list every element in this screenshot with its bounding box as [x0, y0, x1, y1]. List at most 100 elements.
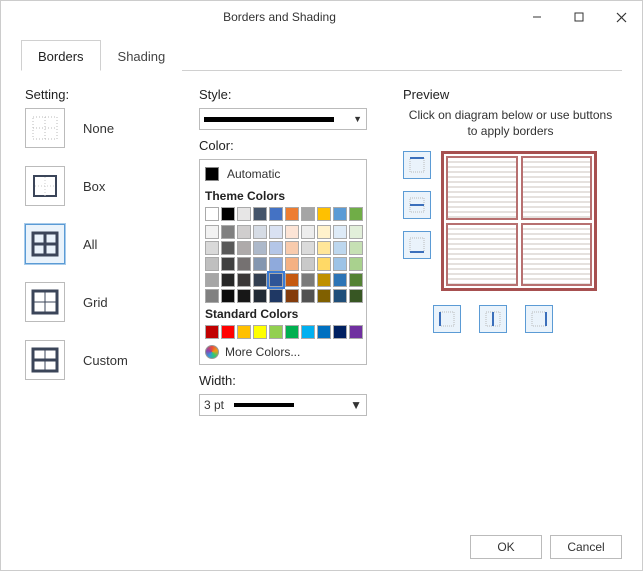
- color-swatch[interactable]: [301, 241, 315, 255]
- color-swatch[interactable]: [253, 225, 267, 239]
- color-swatch[interactable]: [237, 241, 251, 255]
- setting-option-all[interactable]: All: [25, 224, 175, 264]
- color-swatch[interactable]: [205, 257, 219, 271]
- tab-borders[interactable]: Borders: [21, 40, 101, 71]
- color-swatch[interactable]: [221, 325, 235, 339]
- color-swatch[interactable]: [221, 289, 235, 303]
- border-left-button[interactable]: [433, 305, 461, 333]
- color-swatch[interactable]: [269, 225, 283, 239]
- color-swatch[interactable]: [253, 241, 267, 255]
- color-swatch[interactable]: [269, 289, 283, 303]
- style-dropdown[interactable]: ▼: [199, 108, 367, 130]
- cancel-button[interactable]: Cancel: [550, 535, 622, 559]
- color-swatch[interactable]: [317, 225, 331, 239]
- color-swatch[interactable]: [205, 325, 219, 339]
- more-colors-row[interactable]: More Colors...: [205, 345, 361, 359]
- color-swatch[interactable]: [205, 289, 219, 303]
- color-swatch[interactable]: [301, 207, 315, 221]
- border-top-button[interactable]: [403, 151, 431, 179]
- color-swatch[interactable]: [269, 325, 283, 339]
- ok-button[interactable]: OK: [470, 535, 542, 559]
- color-swatch[interactable]: [285, 225, 299, 239]
- width-heading: Width:: [199, 373, 379, 388]
- color-swatch[interactable]: [333, 207, 347, 221]
- color-swatch[interactable]: [269, 207, 283, 221]
- setting-option-grid[interactable]: Grid: [25, 282, 175, 322]
- close-button[interactable]: [600, 1, 642, 33]
- color-swatch[interactable]: [285, 257, 299, 271]
- border-bottom-button[interactable]: [403, 231, 431, 259]
- setting-option-box[interactable]: Box: [25, 166, 175, 206]
- minimize-button[interactable]: [516, 1, 558, 33]
- color-swatch[interactable]: [237, 325, 251, 339]
- color-swatch[interactable]: [285, 207, 299, 221]
- setting-option-custom[interactable]: Custom: [25, 340, 175, 380]
- color-swatch[interactable]: [333, 241, 347, 255]
- color-swatch[interactable]: [317, 257, 331, 271]
- maximize-button[interactable]: [558, 1, 600, 33]
- color-swatch[interactable]: [301, 325, 315, 339]
- color-swatch[interactable]: [349, 325, 363, 339]
- color-swatch[interactable]: [253, 207, 267, 221]
- color-swatch[interactable]: [317, 325, 331, 339]
- color-swatch[interactable]: [333, 273, 347, 287]
- color-swatch[interactable]: [269, 257, 283, 271]
- border-top-icon: [408, 156, 426, 174]
- color-swatch[interactable]: [237, 225, 251, 239]
- border-left-icon: [438, 310, 456, 328]
- color-swatch[interactable]: [301, 257, 315, 271]
- border-middle-v-button[interactable]: [479, 305, 507, 333]
- setting-option-none[interactable]: None: [25, 108, 175, 148]
- automatic-color-row[interactable]: Automatic: [205, 165, 361, 185]
- color-swatch[interactable]: [221, 257, 235, 271]
- color-swatch[interactable]: [237, 207, 251, 221]
- color-swatch[interactable]: [333, 325, 347, 339]
- color-swatch[interactable]: [285, 241, 299, 255]
- color-swatch[interactable]: [301, 225, 315, 239]
- width-dropdown[interactable]: 3 pt ▼: [199, 394, 367, 416]
- color-swatch[interactable]: [221, 207, 235, 221]
- color-swatch[interactable]: [205, 225, 219, 239]
- color-heading: Color:: [199, 138, 379, 153]
- color-swatch[interactable]: [253, 325, 267, 339]
- color-swatch[interactable]: [301, 289, 315, 303]
- color-swatch[interactable]: [269, 273, 283, 287]
- color-swatch[interactable]: [221, 241, 235, 255]
- color-swatch[interactable]: [301, 273, 315, 287]
- color-swatch[interactable]: [253, 273, 267, 287]
- chevron-down-icon: ▼: [350, 398, 362, 412]
- color-swatch[interactable]: [285, 325, 299, 339]
- color-swatch[interactable]: [349, 273, 363, 287]
- color-swatch[interactable]: [221, 225, 235, 239]
- color-swatch[interactable]: [349, 207, 363, 221]
- preview-diagram[interactable]: [441, 151, 597, 291]
- color-swatch[interactable]: [221, 273, 235, 287]
- color-swatch[interactable]: [237, 289, 251, 303]
- color-swatch[interactable]: [285, 289, 299, 303]
- color-swatch[interactable]: [237, 273, 251, 287]
- middle-column: Style: ▼ Color: Automatic Theme Colors: [199, 87, 379, 520]
- color-swatch[interactable]: [333, 225, 347, 239]
- color-swatch[interactable]: [253, 257, 267, 271]
- color-swatch[interactable]: [333, 289, 347, 303]
- tab-shading[interactable]: Shading: [101, 40, 183, 71]
- border-middle-h-button[interactable]: [403, 191, 431, 219]
- color-swatch[interactable]: [237, 257, 251, 271]
- color-swatch[interactable]: [317, 207, 331, 221]
- color-swatch[interactable]: [349, 289, 363, 303]
- border-right-button[interactable]: [525, 305, 553, 333]
- color-swatch[interactable]: [253, 289, 267, 303]
- color-swatch[interactable]: [349, 257, 363, 271]
- color-swatch[interactable]: [285, 273, 299, 287]
- color-swatch[interactable]: [317, 273, 331, 287]
- color-swatch[interactable]: [333, 257, 347, 271]
- border-mid-v-icon: [484, 310, 502, 328]
- color-swatch[interactable]: [317, 289, 331, 303]
- color-swatch[interactable]: [205, 207, 219, 221]
- color-swatch[interactable]: [317, 241, 331, 255]
- color-swatch[interactable]: [349, 225, 363, 239]
- color-swatch[interactable]: [205, 273, 219, 287]
- color-swatch[interactable]: [269, 241, 283, 255]
- color-swatch[interactable]: [205, 241, 219, 255]
- color-swatch[interactable]: [349, 241, 363, 255]
